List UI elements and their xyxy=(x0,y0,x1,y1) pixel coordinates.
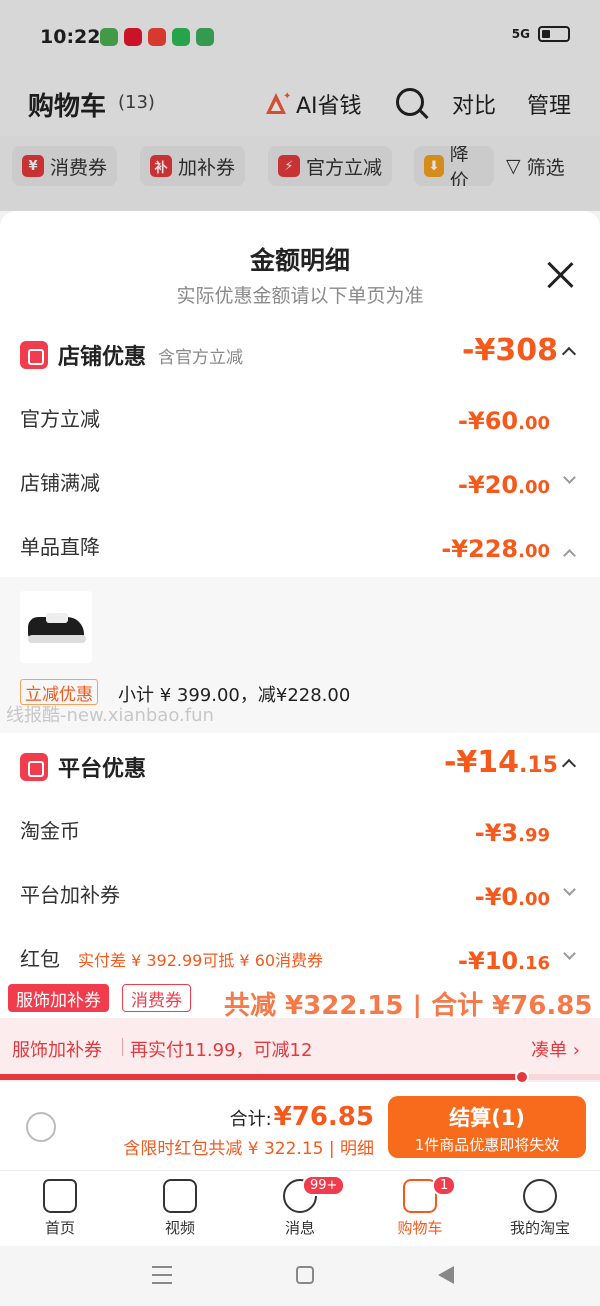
tab-label: 视频 xyxy=(164,1219,195,1237)
tab-label: 我的淘宝 xyxy=(509,1219,570,1237)
row-label: 红包 xyxy=(20,947,60,971)
row-amount: -¥3.99 xyxy=(474,819,550,847)
progress-fill xyxy=(0,1074,522,1080)
row-label: 单品直降 xyxy=(20,535,100,559)
platform-discount-amount[interactable]: -¥14.15 xyxy=(443,745,577,780)
tab-label: 消息 xyxy=(284,1219,315,1237)
row-note: 实付差 ¥ 392.99可抵 ¥ 60消费券 xyxy=(78,951,324,970)
tab-label: 首页 xyxy=(44,1219,75,1237)
tab-cart[interactable]: 1 购物车 xyxy=(370,1175,470,1238)
chevron-down-icon xyxy=(563,947,576,960)
promo-label: 服饰加补券 xyxy=(12,1040,102,1061)
row-amount: -¥10.16 xyxy=(458,947,550,975)
checkout-bar: 合计: ¥76.85 含限时红包共减 ¥ 322.15 | 明细 结算(1) 1… xyxy=(0,1082,600,1170)
section-note: 含官方立减 xyxy=(158,347,244,368)
checkout-label: 结算(1) xyxy=(449,1106,525,1130)
chevron-up-icon xyxy=(561,346,577,361)
coupon-tags: 服饰加补券 消费券 共减 ¥322.15 | 合计 ¥76.85 xyxy=(0,978,600,1018)
discount-row: 淘金币 -¥3.99 xyxy=(20,815,580,855)
chevron-down-icon xyxy=(563,883,576,896)
dim-overlay[interactable] xyxy=(0,0,600,211)
row-amount: -¥60.00 xyxy=(458,407,550,435)
row-label: 店铺满减 xyxy=(20,471,100,495)
platform-discount-header[interactable]: 平台优惠 xyxy=(20,751,146,783)
apparel-subsidy-tag: 服饰加补券 xyxy=(8,984,109,1012)
amount-value: -¥14.15 xyxy=(443,745,558,780)
chevron-down-icon xyxy=(563,471,576,484)
row-label: 平台加补券 xyxy=(20,883,120,907)
product-thumbnail[interactable] xyxy=(20,591,92,663)
tab-video[interactable]: 视频 xyxy=(130,1179,230,1238)
sheet-subtitle: 实际优惠金额请以下单页为准 xyxy=(176,285,424,307)
row-amount: -¥0.00 xyxy=(474,883,550,911)
close-icon[interactable] xyxy=(546,261,574,289)
total-label: 合计: xyxy=(229,1109,272,1130)
amount-detail-sheet: 金额明细 实际优惠金额请以下单页为准 店铺优惠 含官方立减 -¥308 官方立减… xyxy=(0,211,600,1017)
row-amount: -¥228.00 xyxy=(441,535,550,563)
store-icon xyxy=(20,341,48,369)
tab-bar: 首页 视频 99+ 消息 1 购物车 我的淘宝 xyxy=(0,1170,600,1246)
section-title: 平台优惠 xyxy=(58,757,147,782)
divider xyxy=(122,1038,123,1056)
discount-row[interactable]: 单品直降 -¥228.00 xyxy=(20,531,580,571)
sheet-title: 金额明细 xyxy=(249,246,350,275)
promo-message: 再实付11.99，可减12 xyxy=(130,1040,313,1061)
back-icon[interactable] xyxy=(438,1266,454,1284)
discount-row: 官方立减 -¥60.00 xyxy=(20,403,580,443)
row-amount: -¥20.00 xyxy=(458,471,550,499)
amount-value: -¥308 xyxy=(462,333,558,368)
tab-messages[interactable]: 99+ 消息 xyxy=(250,1175,350,1238)
total-line: 合计: ¥76.85 xyxy=(230,1102,374,1132)
promo-progress xyxy=(0,1070,600,1084)
section-title: 店铺优惠 xyxy=(58,345,147,370)
watermark: 线报酷-new.xianbao.fun xyxy=(6,705,214,726)
video-icon xyxy=(163,1179,197,1213)
recents-icon[interactable] xyxy=(152,1266,172,1284)
row-label: 淘金币 xyxy=(20,819,80,843)
consume-coupon-tag: 消费券 xyxy=(122,984,191,1012)
store-discount-amount[interactable]: -¥308 xyxy=(462,333,577,368)
discount-row[interactable]: 店铺满减 -¥20.00 xyxy=(20,467,580,507)
select-all-radio[interactable] xyxy=(26,1112,56,1142)
discount-detail-link[interactable]: 含限时红包共减 ¥ 322.15 | 明细 xyxy=(123,1134,374,1159)
discount-row[interactable]: 平台加补券 -¥0.00 xyxy=(20,879,580,919)
tab-label: 购物车 xyxy=(397,1219,443,1237)
profile-icon xyxy=(523,1179,557,1213)
add-items-link[interactable]: 凑单 › xyxy=(531,1036,580,1062)
discount-row[interactable]: 红包 实付差 ¥ 392.99可抵 ¥ 60消费券 -¥10.16 xyxy=(20,943,580,983)
shoe-detail xyxy=(46,613,68,623)
promo-bar[interactable]: 服饰加补券 再实付11.99，可减12 凑单 › xyxy=(0,1018,600,1076)
system-nav-bar xyxy=(0,1246,600,1306)
checkout-button[interactable]: 结算(1) 1件商品优惠即将失效 xyxy=(388,1096,586,1158)
home-icon xyxy=(43,1179,77,1213)
total-value: ¥76.85 xyxy=(273,1102,374,1132)
platform-icon xyxy=(20,753,48,781)
store-discount-header[interactable]: 店铺优惠 含官方立减 xyxy=(20,339,243,371)
chevron-up-icon xyxy=(561,758,577,773)
tab-profile[interactable]: 我的淘宝 xyxy=(490,1179,590,1238)
checkout-subtext: 1件商品优惠即将失效 xyxy=(414,1136,560,1154)
message-badge: 99+ xyxy=(302,1175,346,1196)
home-nav-icon[interactable] xyxy=(296,1266,314,1284)
tab-home[interactable]: 首页 xyxy=(10,1179,110,1238)
row-label: 官方立减 xyxy=(20,407,100,431)
chevron-up-icon xyxy=(563,549,576,562)
shoe-sole xyxy=(28,635,86,643)
total-peek: 共减 ¥322.15 | 合计 ¥76.85 xyxy=(224,991,593,1018)
cart-badge: 1 xyxy=(432,1175,457,1196)
